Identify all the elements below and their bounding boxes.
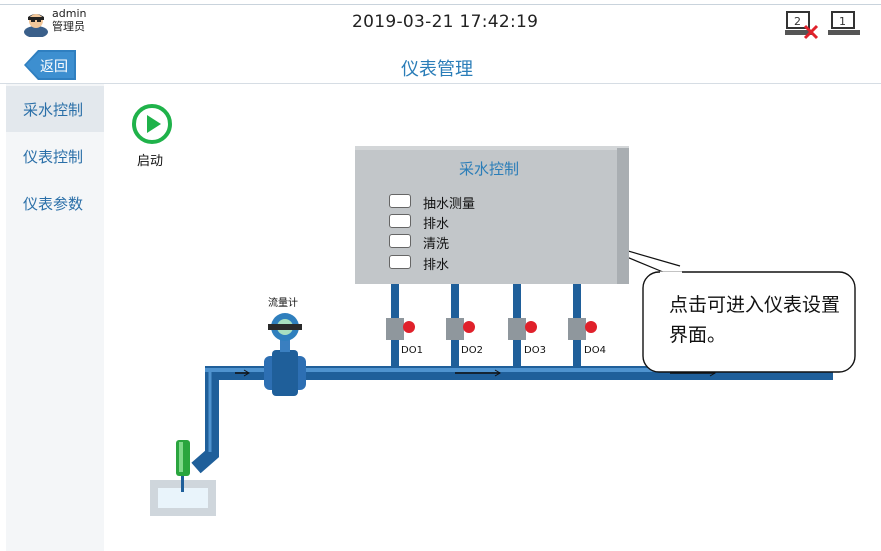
valve-actuator-1 — [403, 321, 415, 333]
valve-label-do1: DO1 — [401, 345, 423, 356]
option-label: 抽水测量 — [423, 197, 476, 212]
option-label: 清洗 — [423, 237, 450, 252]
panel-side-face — [617, 148, 629, 284]
valve-actuator-4 — [585, 321, 597, 333]
valve-label-do4: DO4 — [584, 345, 606, 356]
pump-inlet — [181, 476, 184, 492]
app-window: admin 管理员 2019-03-21 17:42:19 2 1 返回 仪表管… — [0, 0, 881, 551]
option-label: 排水 — [423, 217, 450, 232]
valve-body-4 — [568, 318, 586, 340]
panel-title: 采水控制 — [459, 160, 520, 178]
callout-text: 点击可进入仪表设置界面。 — [669, 294, 841, 346]
option-label: 排水 — [423, 258, 450, 273]
valve-actuator-2 — [463, 321, 475, 333]
option-checkbox[interactable] — [389, 234, 411, 248]
option-checkbox[interactable] — [389, 255, 411, 269]
option-checkbox[interactable] — [389, 214, 411, 228]
valve-actuator-3 — [525, 321, 537, 333]
valve-body-3 — [508, 318, 526, 340]
pump-highlight — [179, 442, 183, 472]
flowmeter-core — [272, 350, 298, 396]
valve-body-1 — [386, 318, 404, 340]
flowmeter-label: 流量计 — [268, 298, 298, 309]
option-checkbox[interactable] — [389, 194, 411, 208]
valve-label-do2: DO2 — [461, 345, 483, 356]
valve-body-2 — [446, 318, 464, 340]
valve-label-do3: DO3 — [524, 345, 546, 356]
flowmeter-cable — [268, 324, 302, 330]
